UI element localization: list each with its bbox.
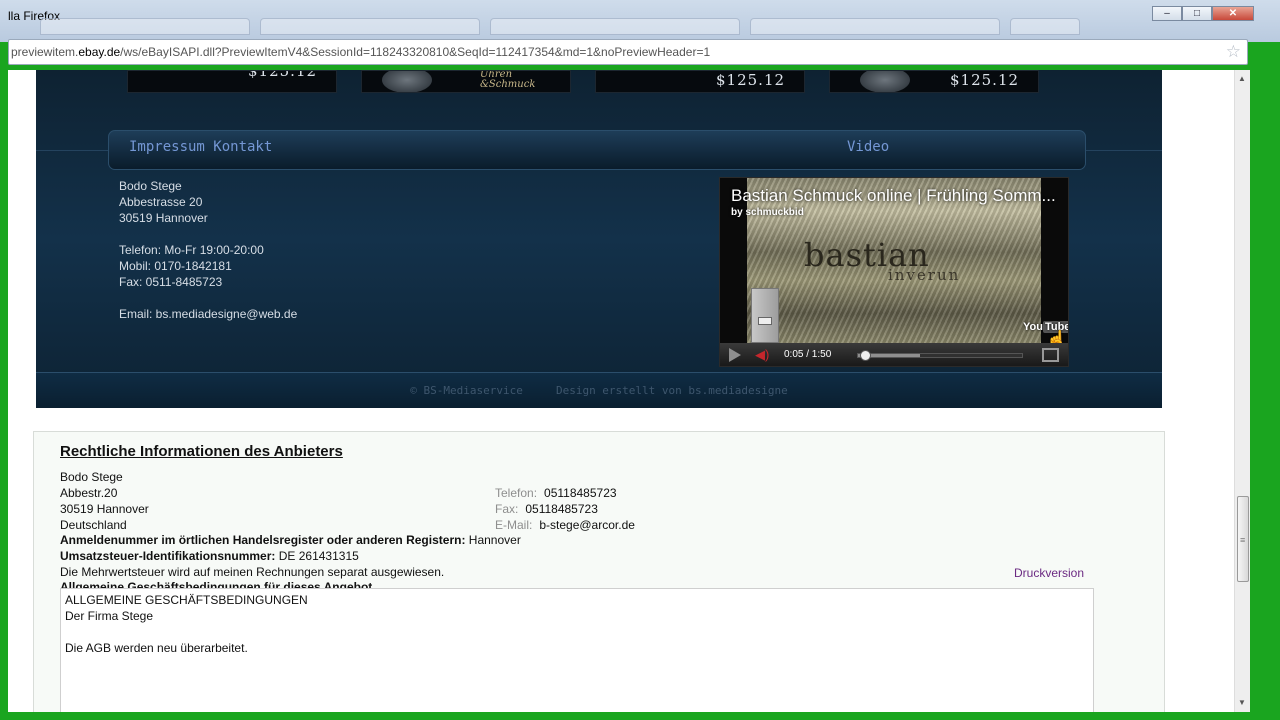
section-header-bar: Impressum Kontakt Video (108, 130, 1086, 170)
print-version-link[interactable]: Druckversion (1014, 566, 1084, 580)
contact-phone: Telefon: Mo-Fr 19:00-20:00 (119, 243, 264, 257)
window-titlebar: lla Firefox – □ ✕ (0, 0, 1280, 42)
vat-note: Die Mehrwertsteuer wird auf meinen Rechn… (60, 565, 445, 579)
volume-slider[interactable] (751, 288, 779, 343)
video-logo-sub: inverun (888, 266, 961, 284)
fax-value: 05118485723 (525, 502, 598, 516)
tab-4[interactable] (750, 18, 1000, 35)
watch-image (860, 71, 910, 92)
register-line: Anmeldenummer im örtlichen Handelsregist… (60, 533, 521, 547)
window-controls: – □ ✕ (1152, 6, 1254, 21)
video-channel[interactable]: by schmuckbid (731, 207, 804, 218)
phone-label: Telefon: (495, 486, 538, 500)
url-domain: ebay.de (78, 45, 121, 59)
thumb-price: $125.12 (248, 70, 318, 80)
register-label: Anmeldenummer im örtlichen Handelsregist… (60, 533, 466, 547)
page-viewport: $125.12 Uhren &Schmuck $125.12 $125.12 Im… (8, 70, 1234, 712)
footer-copyright: © BS-Mediaservice (410, 384, 523, 397)
thumb-brand: Uhren &Schmuck (480, 71, 536, 90)
email-value[interactable]: b-stege@arcor.de (539, 518, 635, 532)
scroll-thumb[interactable]: ≡ (1237, 496, 1249, 582)
legal-phone-row: Telefon: 05118485723 (495, 485, 635, 501)
minimize-button[interactable]: – (1152, 6, 1182, 21)
url-prefix: previewitem. (11, 45, 79, 59)
progress-knob[interactable] (859, 350, 871, 361)
video-time: 0:05 / 1:50 (784, 349, 832, 360)
seller-template: $125.12 Uhren &Schmuck $125.12 $125.12 Im… (36, 70, 1162, 408)
fax-label: Fax: (495, 502, 519, 516)
agb-line-3: Die AGB werden neu überarbeitet. (65, 641, 248, 655)
youtube-prefix: You (1023, 321, 1043, 333)
contact-name: Bodo Stege (119, 179, 182, 193)
vat-label: Umsatzsteuer-Identifikationsnummer: (60, 549, 276, 563)
video-title[interactable]: Bastian Schmuck online | Frühling Somm..… (731, 186, 1056, 206)
scroll-up-icon[interactable]: ▲ (1238, 74, 1246, 83)
brand-line-2: &Schmuck (480, 79, 536, 90)
contact-email[interactable]: Email: bs.mediadesigne@web.de (119, 306, 297, 322)
product-thumb-3[interactable]: $125.12 (595, 70, 805, 93)
template-footer: © BS-Mediaservice Design erstellt von bs… (36, 372, 1162, 408)
address-bar[interactable]: previewitem.ebay.de/ws/eBayISAPI.dll?Pre… (8, 39, 1248, 65)
agb-text: ALLGEMEINE GESCHÄFTSBEDINGUNGEN Der Firm… (65, 592, 308, 656)
vat-value: DE 261431315 (278, 549, 359, 563)
agb-heading: Allgemeine Geschäftsbedingungen für dies… (60, 580, 373, 588)
url-text[interactable]: previewitem.ebay.de/ws/eBayISAPI.dll?Pre… (11, 45, 710, 59)
page-scrollbar[interactable]: ▲ ≡ ▼ (1234, 70, 1250, 712)
thumb-price: $125.12 (716, 71, 786, 89)
product-thumb-4[interactable]: $125.12 (829, 70, 1039, 93)
thumb-price: $125.12 (950, 71, 1020, 89)
legal-info-box: Rechtliche Informationen des Anbieters B… (33, 431, 1165, 712)
legal-address: Bodo Stege Abbestr.20 30519 Hannover Deu… (60, 469, 149, 533)
maximize-button[interactable]: □ (1182, 6, 1212, 21)
volume-icon[interactable]: ◀) (755, 347, 769, 363)
youtube-player[interactable]: bastian inverun Bastian Schmuck online |… (719, 177, 1069, 367)
video-heading: Video (847, 139, 890, 155)
agb-textbox[interactable]: ALLGEMEINE GESCHÄFTSBEDINGUNGEN Der Firm… (60, 588, 1094, 712)
legal-street: Abbestr.20 (60, 486, 118, 500)
tab-strip (20, 14, 1080, 36)
legal-city: 30519 Hannover (60, 502, 149, 516)
product-thumbnails: $125.12 Uhren &Schmuck $125.12 $125.12 (36, 70, 1162, 94)
volume-knob[interactable] (758, 317, 772, 325)
agb-line-2: Der Firma Stege (65, 609, 154, 623)
contact-mobile: Mobil: 0170-1842181 (119, 259, 232, 273)
scroll-grip-icon: ≡ (1240, 535, 1246, 545)
legal-title: Rechtliche Informationen des Anbieters (60, 443, 343, 460)
desktop-border (0, 712, 1280, 720)
vat-line: Umsatzsteuer-Identifikationsnummer: DE 2… (60, 549, 359, 563)
footer-design: Design erstellt von bs.mediadesigne (555, 384, 788, 397)
play-icon[interactable] (729, 348, 741, 362)
legal-email-row: E-Mail: b-stege@arcor.de (495, 517, 635, 533)
contact-info: Bodo Stege Abbestrasse 20 30519 Hannover… (119, 178, 297, 322)
tab-3[interactable] (490, 18, 740, 35)
contact-city: 30519 Hannover (119, 211, 208, 225)
video-progress-bar[interactable] (857, 350, 1023, 361)
contact-street: Abbestrasse 20 (119, 195, 203, 209)
email-label: E-Mail: (495, 518, 533, 532)
legal-country: Deutschland (60, 518, 127, 532)
tab-1[interactable] (40, 18, 250, 35)
legal-contact: Telefon: 05118485723 Fax: 05118485723 E-Ma… (495, 485, 635, 533)
watch-image (382, 71, 432, 92)
impressum-heading: Impressum Kontakt (129, 139, 273, 155)
agb-line-1: ALLGEMEINE GESCHÄFTSBEDINGUNGEN (65, 593, 308, 607)
product-thumb-1[interactable]: $125.12 (127, 70, 337, 93)
contact-fax: Fax: 0511-8485723 (119, 275, 223, 289)
tab-5[interactable] (1010, 18, 1080, 35)
scroll-down-icon[interactable]: ▼ (1238, 698, 1246, 707)
product-thumb-2[interactable]: Uhren &Schmuck (361, 70, 571, 93)
footer-text: © BS-Mediaservice Design erstellt von bs… (36, 384, 1162, 397)
fullscreen-icon[interactable] (1042, 348, 1059, 362)
legal-fax-row: Fax: 05118485723 (495, 501, 635, 517)
url-path: /ws/eBayISAPI.dll?PreviewItemV4&SessionI… (120, 45, 711, 59)
close-button[interactable]: ✕ (1212, 6, 1254, 21)
player-controls: ◀) 0:05 / 1:50 (720, 343, 1068, 366)
register-value: Hannover (468, 533, 521, 547)
bookmark-star-icon[interactable]: ☆ (1226, 42, 1241, 62)
phone-value: 05118485723 (544, 486, 617, 500)
tab-2[interactable] (260, 18, 480, 35)
legal-name: Bodo Stege (60, 470, 123, 484)
